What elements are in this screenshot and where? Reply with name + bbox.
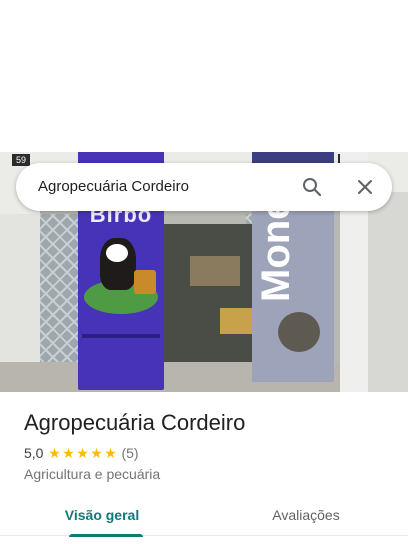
house-number-left: 59 [12,154,30,166]
tab-reviews-label: Avaliações [272,507,340,523]
banner-divider [82,334,160,338]
banner-food-bag [134,270,156,294]
tab-reviews[interactable]: Avaliações [204,496,408,536]
place-tabs: Visão geral Avaliações [0,496,408,537]
rating-row[interactable]: 5,0 ★ ★ ★ ★ ★ (5) [24,444,139,462]
photo-right-wall [368,192,408,392]
photo-shelf [190,256,240,286]
star-icon: ★ [90,445,103,461]
place-title: Agropecuária Cordeiro [24,410,246,435]
banner-right-brand: Mone [254,197,298,302]
star-icon: ★ [76,445,89,461]
star-icon: ★ [48,445,61,461]
place-category[interactable]: Agricultura e pecuária [24,466,160,482]
banner-dog-face [106,244,128,262]
banner-cat [278,312,320,352]
tab-active-indicator [69,534,143,537]
map-blank-area [0,0,408,152]
review-count[interactable]: (5) [121,445,138,461]
star-icon: ★ [104,445,117,461]
star-icon: ★ [62,445,75,461]
place-info-panel: Agropecuária Cordeiro 5,0 ★ ★ ★ ★ ★ (5) … [0,392,408,544]
search-input[interactable]: Agropecuária Cordeiro [38,163,189,211]
search-icon[interactable] [300,175,324,199]
close-icon[interactable] [353,175,377,199]
photo-grille-left [40,214,80,374]
rating-stars: ★ ★ ★ ★ ★ [47,446,117,460]
search-bar[interactable]: Agropecuária Cordeiro [16,163,392,211]
photo-product-stack [220,308,256,334]
tab-overview[interactable]: Visão geral [0,496,204,537]
rating-value: 5,0 [24,445,44,461]
tab-overview-label: Visão geral [64,507,140,523]
